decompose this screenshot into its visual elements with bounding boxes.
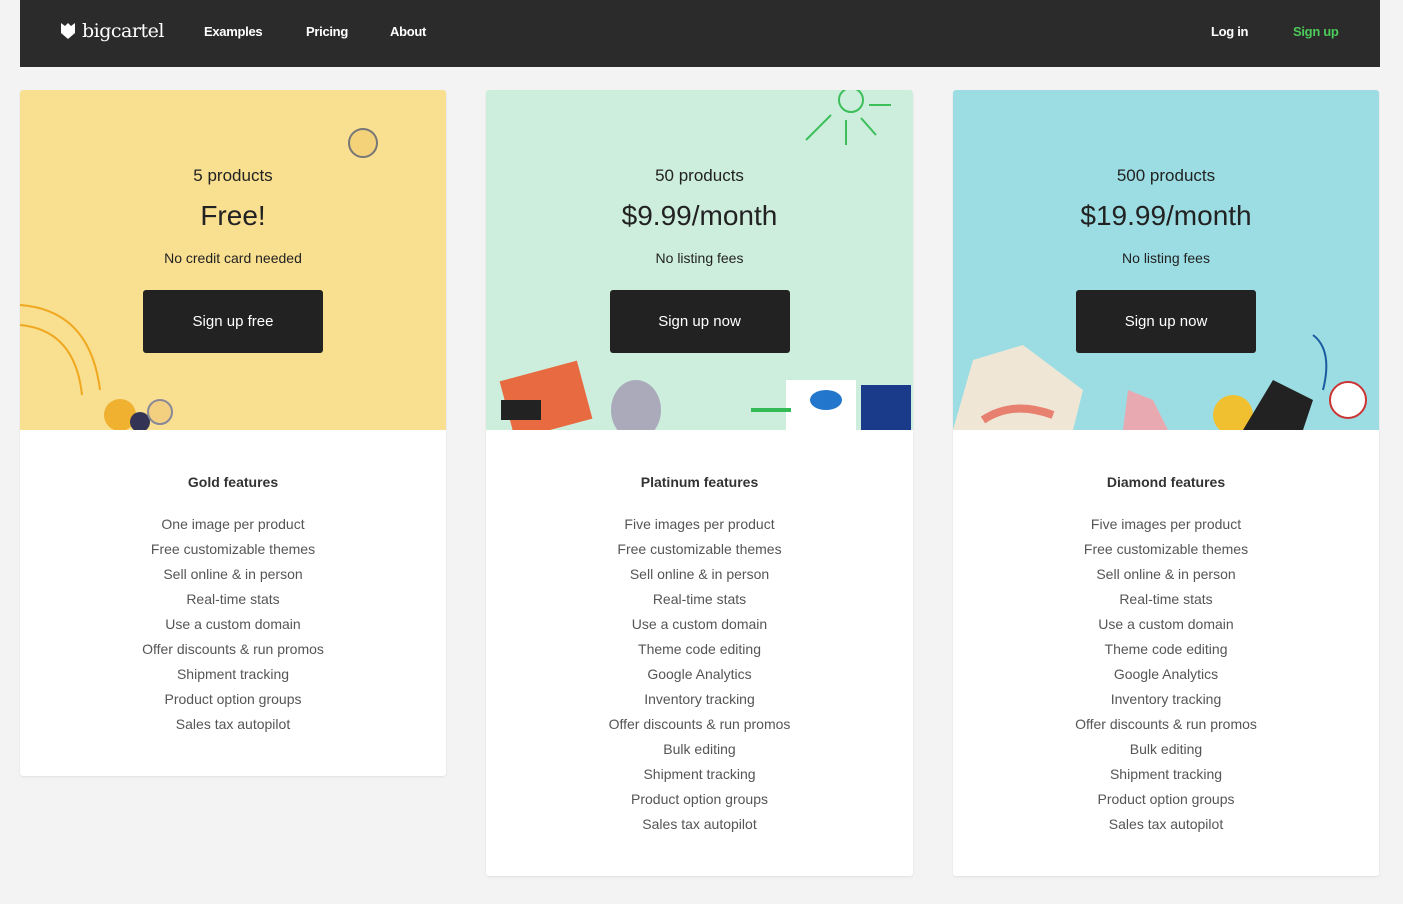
plan-card-platinum: 50 products $9.99/month No listing fees … <box>486 90 913 876</box>
brand-name: bigcartel <box>82 20 164 42</box>
plan-card-diamond: 500 products $19.99/month No listing fee… <box>953 90 1379 876</box>
feature-item: Inventory tracking <box>644 691 755 707</box>
feature-item: Free customizable themes <box>150 541 316 557</box>
nav-login[interactable]: Log in <box>1211 24 1248 39</box>
plan-note: No listing fees <box>1122 250 1210 266</box>
feature-item: Shipment tracking <box>176 666 290 682</box>
plan-products: 50 products <box>655 166 744 185</box>
features-list: Diamond features Five images per product… <box>953 430 1379 837</box>
plan-price: $19.99/month <box>1080 200 1252 231</box>
plan-products: 5 products <box>193 166 273 185</box>
nav-signup[interactable]: Sign up <box>1293 24 1339 39</box>
plan-note: No credit card needed <box>164 250 302 266</box>
feature-item: Sales tax autopilot <box>1108 816 1224 832</box>
features-list: Platinum features Five images per produc… <box>486 430 913 837</box>
feature-item: Five images per product <box>1090 516 1242 532</box>
feature-item: One image per product <box>161 516 305 532</box>
decorative-illustration-icon <box>953 334 1367 430</box>
feature-item: Offer discounts & run promos <box>1075 716 1257 732</box>
plan-hero: 500 products $19.99/month No listing fee… <box>953 90 1379 430</box>
feature-item: Use a custom domain <box>165 616 301 632</box>
feature-item: Theme code editing <box>1104 641 1228 657</box>
bigcartel-logo-icon <box>61 23 75 39</box>
feature-item: Five images per product <box>624 516 775 532</box>
brand-logo[interactable]: bigcartel <box>60 20 164 42</box>
feature-item: Sales tax autopilot <box>175 716 291 732</box>
feature-item: Theme code editing <box>638 641 761 657</box>
feature-item: Real-time stats <box>1119 591 1213 607</box>
plan-hero: 5 products Free! No credit card needed S… <box>20 90 446 430</box>
plan-price: Free! <box>200 200 266 231</box>
feature-item: Bulk editing <box>1129 741 1203 757</box>
features-title: Platinum features <box>640 474 759 490</box>
feature-item: Free customizable themes <box>1083 541 1249 557</box>
feature-item: Shipment tracking <box>643 766 756 782</box>
nav-about[interactable]: About <box>390 24 426 39</box>
feature-item: Sell online & in person <box>163 566 303 582</box>
decorative-illustration-icon <box>499 360 911 430</box>
nav-pricing[interactable]: Pricing <box>306 24 348 39</box>
feature-item: Real-time stats <box>186 591 280 607</box>
feature-item: Google Analytics <box>647 666 752 682</box>
feature-item: Shipment tracking <box>1109 766 1223 782</box>
feature-item: Google Analytics <box>1113 666 1219 682</box>
feature-item: Product option groups <box>1097 791 1235 807</box>
feature-item: Sell online & in person <box>1096 566 1236 582</box>
decorative-illustration-icon <box>20 304 173 430</box>
feature-item: Sell online & in person <box>629 566 770 582</box>
features-list: Gold features One image per product Free… <box>20 430 446 737</box>
feature-item: Use a custom domain <box>631 616 768 632</box>
sun-doodle-icon <box>805 90 891 145</box>
feature-item: Sales tax autopilot <box>642 816 757 832</box>
plan-products: 500 products <box>1116 166 1216 185</box>
feature-item: Product option groups <box>164 691 302 707</box>
plan-card-gold: 5 products Free! No credit card needed S… <box>20 90 446 776</box>
features-title: Gold features <box>187 474 279 490</box>
features-title: Diamond features <box>1106 474 1226 490</box>
feature-item: Bulk editing <box>663 741 736 757</box>
feature-item: Free customizable themes <box>617 541 782 557</box>
feature-item: Real-time stats <box>652 591 747 607</box>
feature-item: Product option groups <box>631 791 768 807</box>
nav-examples[interactable]: Examples <box>204 24 263 39</box>
feature-item: Inventory tracking <box>1110 691 1222 707</box>
plan-note: No listing fees <box>655 250 744 266</box>
feature-item: Offer discounts & run promos <box>142 641 324 657</box>
badge-icon <box>348 128 378 158</box>
top-nav: bigcartel Examples Pricing About Log in … <box>20 0 1380 67</box>
plan-hero: 50 products $9.99/month No listing fees … <box>486 90 913 430</box>
feature-item: Use a custom domain <box>1098 616 1234 632</box>
feature-item: Offer discounts & run promos <box>608 716 791 732</box>
plan-price: $9.99/month <box>621 200 778 231</box>
